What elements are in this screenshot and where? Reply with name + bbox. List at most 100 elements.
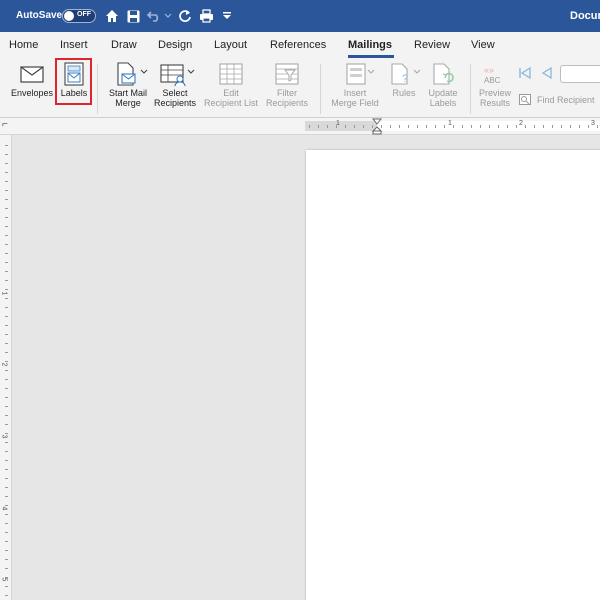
ruler-tick bbox=[480, 125, 481, 128]
tab-layout[interactable]: Layout bbox=[214, 39, 247, 51]
ruler-tick bbox=[5, 550, 8, 551]
ruler-tick bbox=[381, 125, 382, 128]
ruler-tick bbox=[309, 125, 310, 128]
tab-review[interactable]: Review bbox=[414, 39, 450, 51]
autosave-toggle[interactable]: OFF bbox=[62, 9, 96, 23]
select-recipients-button[interactable]: Select Recipients bbox=[152, 58, 198, 108]
tab-selector-icon[interactable]: ⌐ bbox=[2, 119, 8, 130]
ruler-tick bbox=[5, 172, 8, 173]
start-mail-merge-label-1: Start Mail bbox=[108, 88, 147, 98]
tab-references[interactable]: References bbox=[270, 39, 326, 51]
filter-recipients-label-2: Recipients bbox=[265, 98, 309, 108]
edit-recipient-list-icon bbox=[219, 63, 243, 85]
first-record-icon[interactable] bbox=[518, 66, 532, 85]
ruler-tick bbox=[5, 370, 8, 371]
preview-results-label-2: Results bbox=[479, 98, 510, 108]
redo-icon[interactable] bbox=[177, 7, 193, 25]
preview-results-button[interactable]: «» ABC Preview Results bbox=[474, 58, 516, 108]
tab-draw[interactable]: Draw bbox=[111, 39, 137, 51]
ruler-tick bbox=[5, 424, 8, 425]
ruler-tick bbox=[5, 577, 8, 578]
insert-merge-field-label-1: Insert bbox=[343, 88, 367, 98]
ruler-tick bbox=[498, 125, 499, 128]
ruler-tick bbox=[5, 388, 8, 389]
insert-merge-field-label-2: Merge Field bbox=[331, 98, 379, 108]
undo-dropdown-icon[interactable] bbox=[163, 7, 173, 25]
insert-merge-field-button[interactable]: Insert Merge Field bbox=[326, 58, 384, 108]
home-icon[interactable] bbox=[104, 7, 120, 25]
ruler-tick bbox=[399, 125, 400, 128]
ruler-tick bbox=[5, 514, 8, 515]
edit-recipient-list-button[interactable]: Edit Recipient List bbox=[201, 58, 261, 108]
ruler-tick bbox=[5, 325, 8, 326]
document-page[interactable] bbox=[306, 150, 600, 600]
envelopes-button[interactable]: Envelopes bbox=[8, 58, 56, 98]
ruler-tick bbox=[5, 253, 8, 254]
rules-button[interactable]: ? Rules bbox=[386, 58, 422, 98]
ruler-tick bbox=[318, 125, 319, 128]
autosave-state: OFF bbox=[77, 11, 91, 18]
ruler-tick bbox=[5, 559, 8, 560]
ruler-tick bbox=[534, 125, 535, 128]
vertical-ruler: 1 2 3 4 5 bbox=[0, 135, 12, 600]
update-labels-button[interactable]: Update Labels bbox=[424, 58, 462, 108]
ruler-tick bbox=[5, 379, 8, 380]
tab-home[interactable]: Home bbox=[9, 39, 38, 51]
ruler-tick bbox=[543, 125, 544, 128]
ruler-tick bbox=[5, 442, 8, 443]
ruler-tick bbox=[5, 163, 8, 164]
tab-design[interactable]: Design bbox=[158, 39, 192, 51]
ruler-tick bbox=[336, 125, 337, 128]
ruler-tick bbox=[471, 125, 472, 128]
find-recipient-button[interactable]: Find Recipient bbox=[519, 93, 600, 107]
ruler-tick bbox=[5, 595, 8, 596]
ruler-tick bbox=[5, 433, 8, 434]
tab-view[interactable]: View bbox=[471, 39, 495, 51]
ruler-tick bbox=[5, 406, 8, 407]
ruler-tick bbox=[5, 343, 8, 344]
ruler-tick bbox=[489, 125, 490, 128]
ruler-tick bbox=[516, 125, 517, 128]
ruler-number: 5 bbox=[0, 577, 8, 582]
autosave-label: AutoSave bbox=[16, 10, 63, 21]
ruler-tick bbox=[5, 586, 8, 587]
filter-recipients-icon bbox=[275, 63, 299, 85]
filter-recipients-label-1: Filter bbox=[277, 88, 297, 98]
record-number-input[interactable] bbox=[560, 65, 600, 83]
ruler-tick bbox=[5, 262, 8, 263]
start-mail-merge-button[interactable]: Start Mail Merge bbox=[104, 58, 152, 108]
ruler-number: 2 bbox=[0, 362, 8, 367]
envelopes-label: Envelopes bbox=[10, 88, 54, 98]
ruler-tick bbox=[5, 397, 8, 398]
print-icon[interactable] bbox=[198, 7, 214, 25]
ruler-tick bbox=[5, 217, 8, 218]
ruler-tick bbox=[417, 125, 418, 128]
save-icon[interactable] bbox=[125, 7, 141, 25]
update-labels-label-1: Update bbox=[428, 88, 458, 98]
ruler-tick bbox=[5, 541, 8, 542]
filter-recipients-button[interactable]: Filter Recipients bbox=[263, 58, 311, 108]
tab-insert[interactable]: Insert bbox=[60, 39, 88, 51]
ruler-tick bbox=[5, 568, 8, 569]
ruler-tick bbox=[507, 125, 508, 128]
envelope-icon bbox=[20, 66, 44, 83]
ruler-tick bbox=[5, 154, 8, 155]
ruler-tick bbox=[453, 125, 454, 128]
undo-icon[interactable] bbox=[146, 7, 162, 25]
ruler-tick bbox=[5, 469, 8, 470]
ruler-tick bbox=[5, 415, 8, 416]
ruler-number: 3 bbox=[0, 434, 8, 439]
ruler-tick bbox=[5, 523, 8, 524]
ruler-tick bbox=[390, 125, 391, 128]
ribbon-separator bbox=[97, 64, 98, 114]
ruler-tick bbox=[5, 289, 8, 290]
ruler-number: 1 bbox=[0, 291, 8, 296]
customize-toolbar-icon[interactable] bbox=[222, 7, 232, 25]
tab-mailings[interactable]: Mailings bbox=[348, 39, 392, 51]
previous-record-icon[interactable] bbox=[540, 66, 554, 85]
ruler-tick bbox=[5, 199, 8, 200]
ruler-number: 2 bbox=[519, 120, 523, 127]
ruler-tick bbox=[435, 125, 436, 128]
ruler-tick bbox=[354, 125, 355, 128]
ruler-tick bbox=[5, 505, 8, 506]
